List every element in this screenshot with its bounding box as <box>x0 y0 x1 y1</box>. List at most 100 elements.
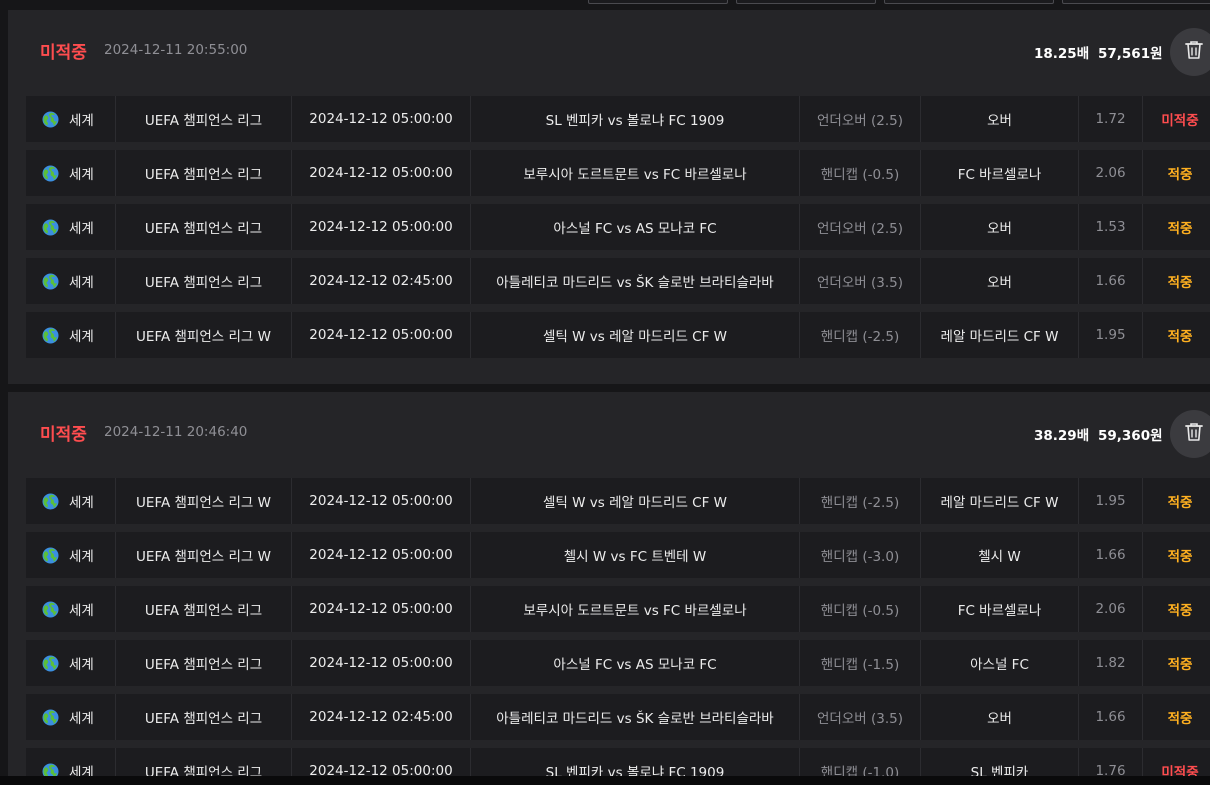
pick-cell: 오버 <box>921 258 1079 304</box>
bet-slip-card: 미적중 2024-12-11 20:46:40 38.29배 59,360원 세… <box>8 392 1210 785</box>
region-label: 세계 <box>69 221 94 237</box>
pick-cell: FC 바르셀로나 <box>921 150 1079 196</box>
market-cell: 핸디캡 (-2.5) <box>800 312 921 358</box>
result-cell: 적중 <box>1167 167 1193 183</box>
region-cell: 세계 <box>26 204 116 250</box>
match-time-cell: 2024-12-12 05:00:00 <box>292 312 471 358</box>
match-time-cell: 2024-12-12 05:00:00 <box>292 532 471 578</box>
match-time-cell: 2024-12-12 05:00:00 <box>292 204 471 250</box>
odds-cell: 1.95 <box>1079 312 1143 358</box>
bet-amount: 59,360원 <box>1098 428 1163 444</box>
market-cell: 핸디캡 (-0.5) <box>800 586 921 632</box>
bet-placed-time: 2024-12-11 20:55:00 <box>104 42 248 58</box>
globe-icon <box>42 273 59 290</box>
total-odds: 18.25배 <box>1034 46 1090 62</box>
league-cell: UEFA 챔피언스 리그 W <box>116 532 292 578</box>
odds-cell: 1.95 <box>1079 478 1143 524</box>
result-cell: 적중 <box>1167 329 1193 345</box>
pick-cell: 오버 <box>921 204 1079 250</box>
league-cell: UEFA 챔피언스 리그 <box>116 586 292 632</box>
globe-icon <box>42 219 59 236</box>
market-cell: 언더오버 (2.5) <box>800 204 921 250</box>
bet-selection-row: 세계 UEFA 챔피언스 리그 W 2024-12-12 05:00:00 셀틱… <box>26 312 1210 358</box>
league-cell: UEFA 챔피언스 리그 <box>116 694 292 740</box>
globe-icon <box>42 493 59 510</box>
bet-status: 미적중 <box>40 43 87 63</box>
filter-button[interactable] <box>588 0 728 4</box>
league-cell: UEFA 챔피언스 리그 <box>116 640 292 686</box>
odds-cell: 1.53 <box>1079 204 1143 250</box>
globe-icon <box>42 165 59 182</box>
bet-selection-row: 세계 UEFA 챔피언스 리그 2024-12-12 05:00:00 아스널 … <box>26 204 1210 250</box>
match-name-cell: 아틀레티코 마드리드 vs ŠK 슬로반 브라티슬라바 <box>471 694 800 740</box>
result-cell: 적중 <box>1167 495 1193 511</box>
region-cell: 세계 <box>26 96 116 142</box>
match-name-cell: 셀틱 W vs 레알 마드리드 CF W <box>471 478 800 524</box>
league-cell: UEFA 챔피언스 리그 <box>116 96 292 142</box>
filter-button[interactable] <box>1062 0 1210 4</box>
match-name-cell: 보루시아 도르트문트 vs FC 바르셀로나 <box>471 586 800 632</box>
bet-selection-row: 세계 UEFA 챔피언스 리그 2024-12-12 05:00:00 보루시아… <box>26 586 1210 632</box>
odds-cell: 1.66 <box>1079 532 1143 578</box>
bet-selection-row: 세계 UEFA 챔피언스 리그 2024-12-12 05:00:00 SL 벤… <box>26 96 1210 142</box>
trash-icon <box>1185 422 1203 446</box>
region-label: 세계 <box>69 329 94 345</box>
bet-slip-card: 미적중 2024-12-11 20:55:00 18.25배 57,561원 세… <box>8 10 1210 384</box>
region-cell: 세계 <box>26 694 116 740</box>
bet-selection-row: 세계 UEFA 챔피언스 리그 W 2024-12-12 05:00:00 셀틱… <box>26 478 1210 524</box>
region-cell: 세계 <box>26 150 116 196</box>
bet-placed-time: 2024-12-11 20:46:40 <box>104 424 248 440</box>
bottom-scrollbar-track <box>0 776 1210 785</box>
region-cell: 세계 <box>26 532 116 578</box>
match-name-cell: 아틀레티코 마드리드 vs ŠK 슬로반 브라티슬라바 <box>471 258 800 304</box>
filter-button[interactable] <box>736 0 876 4</box>
bet-selection-row: 세계 UEFA 챔피언스 리그 2024-12-12 05:00:00 아스널 … <box>26 640 1210 686</box>
pick-cell: FC 바르셀로나 <box>921 586 1079 632</box>
league-cell: UEFA 챔피언스 리그 <box>116 150 292 196</box>
market-cell: 핸디캡 (-0.5) <box>800 150 921 196</box>
region-cell: 세계 <box>26 478 116 524</box>
region-label: 세계 <box>69 495 94 511</box>
bet-selection-row: 세계 UEFA 챔피언스 리그 W 2024-12-12 05:00:00 첼시… <box>26 532 1210 578</box>
market-cell: 핸디캡 (-1.5) <box>800 640 921 686</box>
region-label: 세계 <box>69 711 94 727</box>
delete-button[interactable] <box>1170 28 1210 76</box>
region-label: 세계 <box>69 657 94 673</box>
league-cell: UEFA 챔피언스 리그 <box>116 204 292 250</box>
globe-icon <box>42 111 59 128</box>
result-cell: 미적중 <box>1161 113 1199 129</box>
filter-button[interactable] <box>884 0 1054 4</box>
delete-button[interactable] <box>1170 410 1210 458</box>
globe-icon <box>42 601 59 618</box>
bet-selection-row: 세계 UEFA 챔피언스 리그 2024-12-12 02:45:00 아틀레티… <box>26 258 1210 304</box>
market-cell: 언더오버 (2.5) <box>800 96 921 142</box>
match-time-cell: 2024-12-12 05:00:00 <box>292 478 471 524</box>
match-name-cell: 보루시아 도르트문트 vs FC 바르셀로나 <box>471 150 800 196</box>
globe-icon <box>42 709 59 726</box>
bet-selection-row: 세계 UEFA 챔피언스 리그 2024-12-12 02:45:00 아틀레티… <box>26 694 1210 740</box>
top-filter-buttons <box>0 0 1210 10</box>
region-label: 세계 <box>69 603 94 619</box>
bet-slip-header: 미적중 2024-12-11 20:46:40 38.29배 59,360원 <box>8 392 1210 478</box>
market-cell: 언더오버 (3.5) <box>800 694 921 740</box>
region-cell: 세계 <box>26 586 116 632</box>
match-name-cell: 첼시 W vs FC 트벤테 W <box>471 532 800 578</box>
pick-cell: 아스널 FC <box>921 640 1079 686</box>
odds-cell: 2.06 <box>1079 150 1143 196</box>
match-time-cell: 2024-12-12 02:45:00 <box>292 258 471 304</box>
bet-slip-header: 미적중 2024-12-11 20:55:00 18.25배 57,561원 <box>8 10 1210 96</box>
odds-cell: 1.82 <box>1079 640 1143 686</box>
region-label: 세계 <box>69 113 94 129</box>
region-cell: 세계 <box>26 258 116 304</box>
bet-amount: 57,561원 <box>1098 46 1163 62</box>
league-cell: UEFA 챔피언스 리그 W <box>116 478 292 524</box>
pick-cell: 레알 마드리드 CF W <box>921 312 1079 358</box>
result-cell: 적중 <box>1167 603 1193 619</box>
odds-cell: 2.06 <box>1079 586 1143 632</box>
match-time-cell: 2024-12-12 02:45:00 <box>292 694 471 740</box>
market-cell: 핸디캡 (-2.5) <box>800 478 921 524</box>
odds-cell: 1.66 <box>1079 694 1143 740</box>
region-label: 세계 <box>69 275 94 291</box>
total-odds: 38.29배 <box>1034 428 1090 444</box>
league-cell: UEFA 챔피언스 리그 <box>116 258 292 304</box>
